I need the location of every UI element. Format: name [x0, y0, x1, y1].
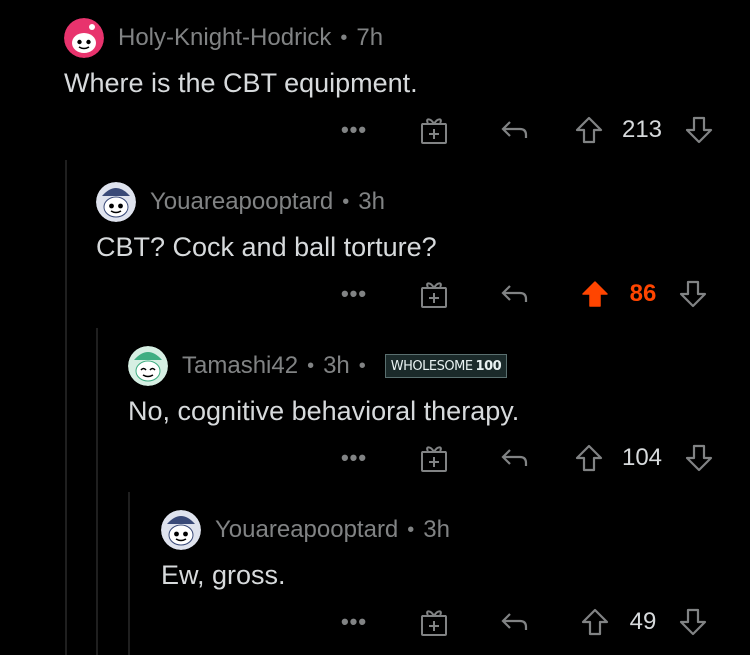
- comment-age: 7h: [356, 24, 384, 51]
- avatar[interactable]: [96, 182, 136, 222]
- reply-icon[interactable]: [494, 438, 534, 478]
- vote-score: 213: [621, 116, 663, 143]
- upvote-icon[interactable]: [572, 110, 606, 150]
- wholesome-award-badge[interactable]: WHOLESOME 100: [384, 354, 508, 378]
- upvote-icon[interactable]: [578, 274, 612, 314]
- more-options-icon[interactable]: •••: [336, 438, 372, 478]
- downvote-icon[interactable]: [676, 274, 710, 314]
- comment-header: Holy-Knight-Hodrick • 7h: [64, 18, 383, 58]
- author-name[interactable]: Holy-Knight-Hodrick: [118, 24, 331, 52]
- comment-body: CBT? Cock and ball torture?: [96, 232, 437, 262]
- thread-line-1[interactable]: [65, 160, 67, 655]
- give-award-icon[interactable]: [414, 110, 454, 150]
- comment-meta: Tamashi42 • 3h • WHOLESOME 100: [182, 352, 508, 380]
- meta-separator: •: [307, 354, 315, 377]
- comment-meta: Holy-Knight-Hodrick • 7h: [118, 24, 383, 52]
- author-name[interactable]: Tamashi42: [182, 352, 298, 380]
- give-award-icon[interactable]: [414, 602, 454, 642]
- more-options-icon[interactable]: •••: [336, 274, 372, 314]
- comment-actions: ••• 49: [0, 602, 750, 642]
- comment-meta: Youareapooptard • 3h: [150, 188, 385, 216]
- avatar[interactable]: [128, 346, 168, 386]
- more-options-icon[interactable]: •••: [336, 602, 372, 642]
- comment-header: Tamashi42 • 3h • WHOLESOME 100: [128, 346, 508, 386]
- downvote-icon[interactable]: [682, 438, 716, 478]
- comment-body: Where is the CBT equipment.: [64, 68, 418, 98]
- comment-body: No, cognitive behavioral therapy.: [128, 396, 520, 426]
- vote-score: 104: [621, 444, 663, 471]
- meta-separator: •: [407, 518, 415, 541]
- comment-header: Youareapooptard • 3h: [96, 182, 385, 222]
- comment-age: 3h: [358, 188, 385, 215]
- award-label: WHOLESOME: [390, 358, 473, 374]
- comment-age: 3h: [423, 516, 450, 543]
- comment-actions: ••• 104: [0, 438, 750, 478]
- meta-separator: •: [342, 190, 350, 213]
- upvote-icon[interactable]: [572, 438, 606, 478]
- award-count: 100: [475, 358, 502, 374]
- vote-score: 49: [629, 608, 657, 635]
- snoo-avatar-icon: [128, 346, 168, 386]
- snoo-avatar-icon: [64, 18, 104, 58]
- downvote-icon[interactable]: [676, 602, 710, 642]
- author-name[interactable]: Youareapooptard: [215, 516, 398, 544]
- meta-separator: •: [340, 26, 348, 49]
- meta-separator: •: [358, 354, 366, 377]
- comment-age: 3h: [323, 352, 350, 379]
- upvote-icon[interactable]: [578, 602, 612, 642]
- author-name[interactable]: Youareapooptard: [150, 188, 333, 216]
- comment-meta: Youareapooptard • 3h: [215, 516, 450, 544]
- reply-icon[interactable]: [494, 110, 534, 150]
- comment-body: Ew, gross.: [161, 560, 286, 590]
- snoo-avatar-icon: [96, 182, 136, 222]
- reply-icon[interactable]: [494, 602, 534, 642]
- snoo-avatar-icon: [161, 510, 201, 550]
- comment-header: Youareapooptard • 3h: [161, 510, 450, 550]
- give-award-icon[interactable]: [414, 274, 454, 314]
- reply-icon[interactable]: [494, 274, 534, 314]
- more-options-icon[interactable]: •••: [336, 110, 372, 150]
- vote-score: 86: [629, 280, 657, 307]
- give-award-icon[interactable]: [414, 438, 454, 478]
- avatar[interactable]: [161, 510, 201, 550]
- avatar[interactable]: [64, 18, 104, 58]
- comment-actions: ••• 86: [0, 274, 750, 314]
- downvote-icon[interactable]: [682, 110, 716, 150]
- comment-actions: ••• 213: [0, 110, 750, 150]
